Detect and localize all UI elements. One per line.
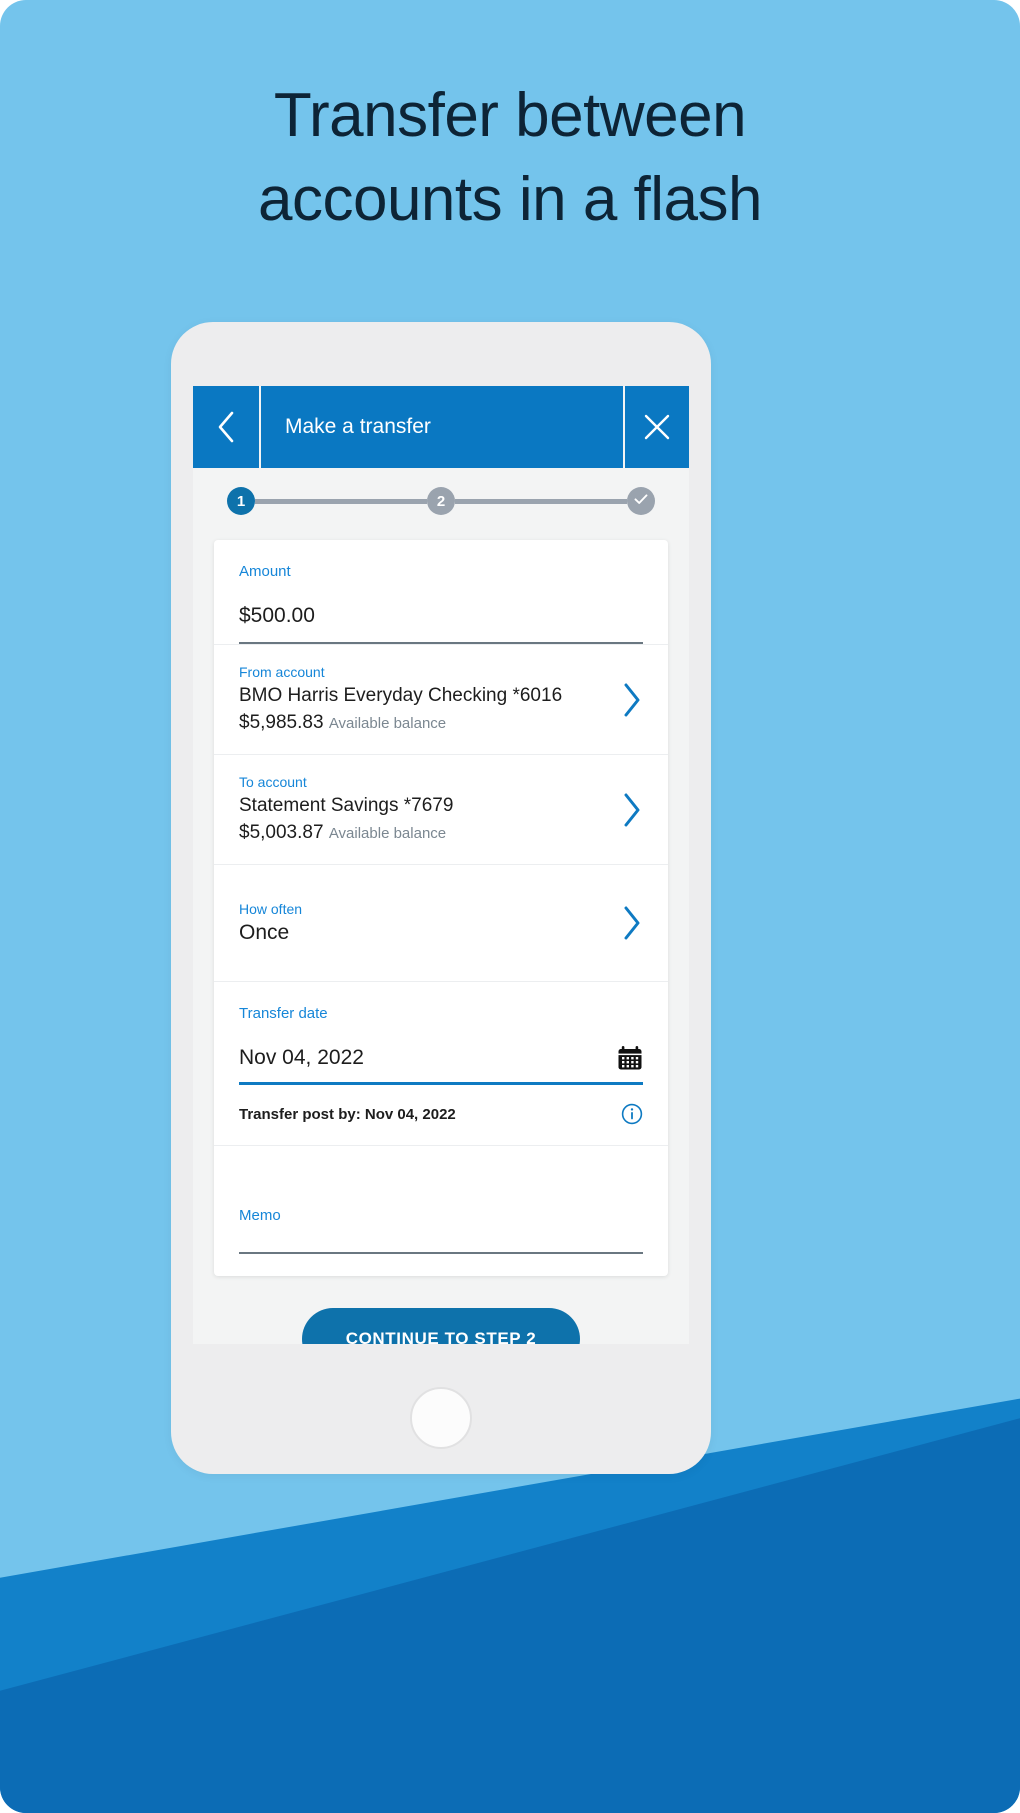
to-account-text: To account Statement Savings *7679 $5,00… — [239, 772, 611, 847]
to-account-balance-line: $5,003.87 Available balance — [239, 820, 611, 847]
memo-row[interactable]: Memo — [214, 1146, 668, 1276]
app-header-title-area: Make a transfer — [261, 386, 625, 468]
amount-underline — [239, 642, 643, 644]
memo-label: Memo — [239, 1207, 281, 1224]
progress-stepper: 1 2 — [193, 468, 689, 534]
transfer-date-label: Transfer date — [239, 1005, 328, 1022]
transfer-post-by: Transfer post by: Nov 04, 2022 — [239, 1085, 643, 1145]
stepper-step-2-label: 2 — [436, 492, 446, 510]
calendar-icon[interactable] — [617, 1045, 643, 1071]
close-icon — [642, 412, 672, 442]
promo-page: Transfer between accounts in a flash Mak… — [0, 0, 1020, 1813]
how-often-text: How often Once — [239, 899, 611, 947]
amount-value[interactable]: $500.00 — [239, 602, 643, 630]
stepper-connector-1 — [255, 498, 427, 504]
memo-underline — [239, 1252, 643, 1254]
from-account-row[interactable]: From account BMO Harris Everyday Checkin… — [214, 645, 668, 755]
amount-row[interactable]: Amount $500.00 — [214, 540, 668, 645]
phone-mockup: Make a transfer 1 2 Amount $500.00 From … — [171, 322, 711, 1474]
transfer-date-line: Nov 04, 2022 — [239, 1044, 643, 1072]
stepper-step-1-label: 1 — [236, 492, 246, 510]
chevron-left-icon — [214, 410, 238, 444]
transfer-date-row[interactable]: Transfer date Nov 04, 2022 Transfer post… — [214, 982, 668, 1146]
app-header: Make a transfer — [193, 386, 689, 468]
stepper-step-1[interactable]: 1 — [227, 487, 255, 515]
continue-to-step-2-button[interactable]: CONTINUE TO STEP 2 — [301, 1308, 581, 1344]
from-account-label: From account — [239, 664, 325, 680]
stepper-step-3[interactable] — [627, 487, 655, 515]
transfer-date-value[interactable]: Nov 04, 2022 — [239, 1044, 364, 1072]
chevron-right-icon[interactable] — [621, 791, 643, 829]
page-title: Make a transfer — [285, 415, 431, 438]
how-often-label: How often — [239, 901, 303, 917]
from-account-balance-line: $5,985.83 Available balance — [239, 710, 611, 737]
cta-area: CONTINUE TO STEP 2 — [193, 1308, 689, 1344]
from-account-text: From account BMO Harris Everyday Checkin… — [239, 662, 611, 737]
to-account-balance: $5,003.87 — [239, 822, 324, 843]
stepper-connector-2 — [455, 498, 627, 504]
to-account-label: To account — [239, 774, 307, 790]
chevron-right-icon[interactable] — [621, 904, 643, 942]
info-icon[interactable] — [621, 1103, 643, 1125]
to-account-balance-caption: Available balance — [328, 825, 447, 842]
from-account-balance: $5,985.83 — [239, 712, 324, 733]
transfer-form-card: Amount $500.00 From account BMO Harris E… — [214, 540, 668, 1276]
to-account-name: Statement Savings *7679 — [239, 795, 454, 816]
how-often-row[interactable]: How often Once — [214, 865, 668, 982]
close-button[interactable] — [625, 386, 689, 468]
from-account-balance-caption: Available balance — [328, 715, 447, 732]
page-headline: Transfer between accounts in a flash — [257, 81, 763, 234]
transfer-post-by-text: Transfer post by: Nov 04, 2022 — [239, 1105, 456, 1123]
from-account-name: BMO Harris Everyday Checking *6016 — [239, 685, 563, 706]
chevron-right-icon[interactable] — [621, 681, 643, 719]
to-account-row[interactable]: To account Statement Savings *7679 $5,00… — [214, 755, 668, 865]
phone-home-button[interactable] — [410, 1387, 472, 1449]
check-icon — [633, 491, 649, 511]
phone-screen: Make a transfer 1 2 Amount $500.00 From … — [193, 386, 689, 1344]
amount-label: Amount — [239, 563, 291, 580]
stepper-step-2[interactable]: 2 — [427, 487, 455, 515]
how-often-value: Once — [239, 921, 290, 944]
back-button[interactable] — [193, 386, 261, 468]
